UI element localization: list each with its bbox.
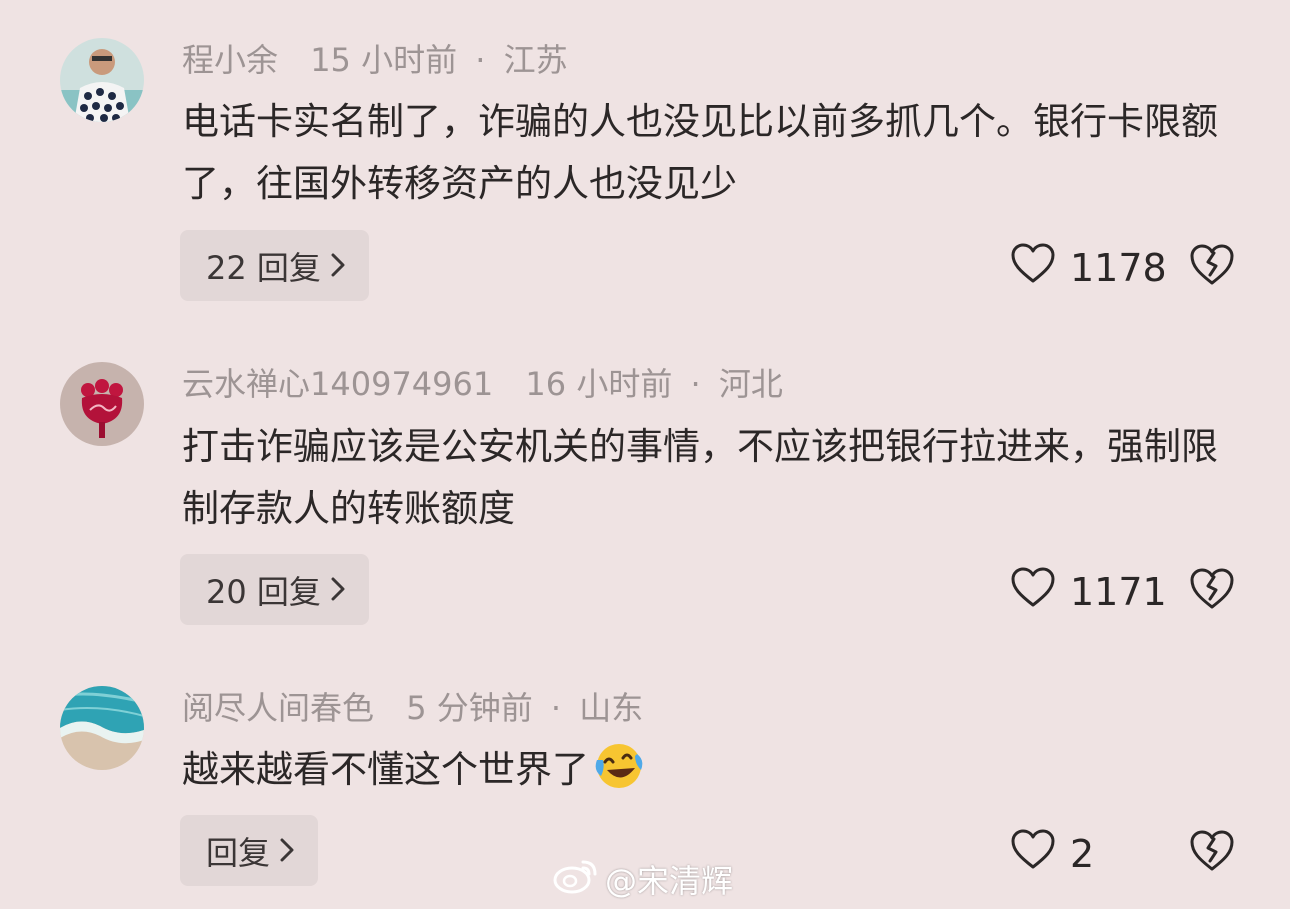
meta-separator: · [550, 689, 562, 727]
view-replies-button[interactable]: 20 回复 [180, 554, 369, 625]
comment-time: 16 小时前 [525, 365, 673, 403]
chevron-right-icon [331, 571, 345, 609]
heart-icon [1010, 828, 1056, 879]
watermark-text: @宋清辉 [605, 862, 734, 900]
comment-location: 江苏 [503, 41, 568, 79]
reply-label: 回复 [206, 833, 271, 872]
avatar[interactable] [60, 38, 144, 122]
comment-time: 5 分钟前 [406, 689, 533, 727]
dislike-button[interactable] [1188, 828, 1236, 876]
username[interactable]: 阅尽人间春色 [182, 689, 374, 727]
comment-location: 河北 [718, 365, 783, 403]
reply-count-label: 22 回复 [206, 248, 321, 287]
comment-meta: 阅尽人间春色 5 分钟前 · 山东 [182, 686, 643, 730]
username[interactable]: 程小余 [182, 41, 278, 79]
like-button[interactable]: 2 [1010, 828, 1094, 879]
flower-avatar-icon [60, 362, 144, 446]
dislike-button[interactable] [1188, 242, 1236, 290]
comment-location: 山东 [579, 689, 644, 727]
like-count: 1178 [1070, 245, 1167, 290]
like-button[interactable]: 1178 [1010, 242, 1167, 293]
view-replies-button[interactable]: 22 回复 [180, 230, 369, 301]
reply-count-label: 20 回复 [206, 572, 321, 611]
dislike-button[interactable] [1188, 566, 1236, 614]
beach-avatar-icon [60, 686, 144, 770]
comment-text: 越来越看不懂这个世界了 [182, 748, 589, 791]
weibo-logo-icon [553, 856, 605, 902]
reply-button[interactable]: 回复 [180, 815, 319, 886]
chevron-right-icon [280, 832, 294, 870]
comment-text-row: 越来越看不懂这个世界了 [182, 739, 1242, 809]
broken-heart-icon [1188, 568, 1236, 614]
meta-separator: · [475, 41, 486, 79]
laughing-crying-emoji-icon [591, 740, 645, 809]
avatar[interactable] [60, 686, 144, 770]
comment-text: 电话卡实名制了，诈骗的人也没见比以前多抓几个。银行卡限额了，往国外转移资产的人也… [182, 100, 1218, 205]
broken-heart-icon [1188, 244, 1236, 290]
comment-time: 15 小时前 [310, 41, 458, 79]
comment-text: 打击诈骗应该是公安机关的事情，不应该把银行拉进来，强制限制存款人的转账额度 [182, 425, 1218, 530]
username[interactable]: 云水禅心140974961 [182, 365, 493, 403]
person-photo-avatar-icon [60, 38, 144, 122]
chevron-right-icon [331, 247, 345, 285]
heart-icon [1010, 242, 1056, 293]
like-button[interactable]: 1171 [1010, 566, 1167, 617]
like-count: 2 [1070, 831, 1095, 876]
meta-separator: · [690, 365, 701, 403]
weibo-watermark: @宋清辉 [553, 856, 733, 902]
like-count: 1171 [1070, 569, 1167, 614]
broken-heart-icon [1188, 830, 1236, 876]
comment-meta: 程小余 15 小时前 · 江苏 [182, 38, 568, 82]
heart-icon [1010, 566, 1056, 617]
comment-meta: 云水禅心140974961 16 小时前 · 河北 [182, 362, 783, 406]
avatar[interactable] [60, 362, 144, 446]
